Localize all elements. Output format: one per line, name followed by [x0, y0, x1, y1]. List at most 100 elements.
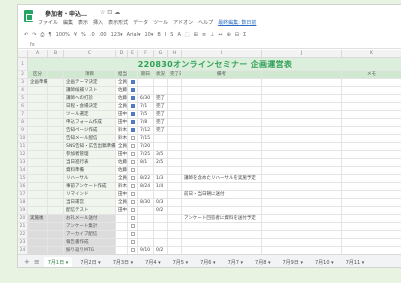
cell-k[interactable] [342, 247, 401, 254]
sheet-tab[interactable]: 7月9日 ▾ [279, 257, 307, 268]
cell-h[interactable] [168, 151, 182, 158]
menu-item[interactable]: 挿入 [93, 19, 103, 27]
cell-f[interactable]: 7/25 [138, 151, 154, 158]
cell-c[interactable]: アーカイブ配信 [64, 231, 116, 238]
toolbar-button[interactable]: ↷ [32, 32, 36, 38]
cell-c[interactable]: 講師候補リスト [64, 87, 116, 94]
cell-b[interactable] [48, 231, 64, 238]
cell-g[interactable] [154, 191, 168, 198]
cell-c[interactable]: 当日運営 [64, 199, 116, 206]
checkbox[interactable] [130, 160, 135, 164]
cell-k[interactable] [342, 231, 401, 238]
checkbox[interactable] [130, 168, 135, 172]
cell-j[interactable] [262, 231, 342, 238]
menu-item[interactable]: アドオン [173, 19, 193, 27]
cell-g[interactable]: 完了 [154, 127, 168, 134]
cell-c[interactable]: 企画テーマ決定 [64, 79, 116, 86]
toolbar-button[interactable]: ⬚ [185, 32, 190, 38]
row-number[interactable]: 18 [18, 199, 28, 206]
cell-g[interactable] [154, 87, 168, 94]
cell-a[interactable]: 企画準備 [28, 79, 48, 86]
cell-h[interactable] [168, 175, 182, 182]
cell-b[interactable] [48, 175, 64, 182]
cell-a[interactable] [28, 199, 48, 206]
cell-d[interactable]: 全員 [116, 79, 128, 86]
toolbar-button[interactable]: ↶ [24, 32, 28, 38]
cell-f[interactable] [138, 239, 154, 246]
cell-b[interactable] [48, 167, 64, 174]
cell-j[interactable] [262, 207, 342, 214]
toolbar-button[interactable]: .0 [90, 32, 95, 38]
menu-item[interactable]: 表示形式 [108, 19, 128, 27]
cell-a[interactable] [28, 207, 48, 214]
cell-g[interactable]: 2/5 [154, 159, 168, 166]
row-number[interactable]: 19 [18, 207, 28, 214]
cell-g[interactable] [154, 231, 168, 238]
cell-a[interactable]: 実施後 [28, 215, 48, 222]
cell-j[interactable] [262, 103, 342, 110]
cell-e[interactable] [128, 207, 138, 214]
cell-i[interactable] [182, 231, 262, 238]
cell-c[interactable]: 資料準備 [64, 167, 116, 174]
cell-a[interactable] [28, 143, 48, 150]
cell-e[interactable] [128, 79, 138, 86]
cell-g[interactable] [154, 79, 168, 86]
checkbox[interactable] [130, 120, 135, 124]
cell-j[interactable] [262, 247, 342, 254]
checkbox[interactable] [130, 208, 135, 212]
checkbox[interactable] [130, 176, 135, 180]
cell-d[interactable]: 佐藤 [116, 95, 128, 102]
cell-d[interactable] [116, 239, 128, 246]
cell-e[interactable] [128, 127, 138, 134]
cell-b[interactable] [48, 247, 64, 254]
toolbar-button[interactable]: 100% [56, 32, 70, 38]
cell-h[interactable] [168, 127, 182, 134]
row-number[interactable]: 24 [18, 247, 28, 254]
cell-g[interactable]: 0/3 [154, 199, 168, 206]
cell-h[interactable] [168, 111, 182, 118]
cell-f[interactable]: 8/1 [138, 159, 154, 166]
sheet-tab[interactable]: 7月10 ▾ [311, 257, 338, 268]
cell-d[interactable]: 田中 [116, 111, 128, 118]
cell-b[interactable] [48, 183, 64, 190]
checkbox[interactable] [130, 96, 135, 100]
toolbar-button[interactable]: % [81, 32, 86, 38]
column-header[interactable]: H [168, 50, 182, 57]
cell-c[interactable]: 振り返りMTG [64, 247, 116, 254]
sheet-tab[interactable]: 7月6 ▾ [196, 257, 219, 268]
cell-b[interactable] [48, 103, 64, 110]
cell-k[interactable] [342, 223, 401, 230]
cell-a[interactable] [28, 239, 48, 246]
menu-item[interactable]: ツール [153, 19, 168, 27]
cell-e[interactable] [128, 247, 138, 254]
cell-f[interactable]: 7/1 [138, 103, 154, 110]
row-number[interactable]: 7 [18, 111, 28, 118]
cell-e[interactable] [128, 135, 138, 142]
cell-f[interactable]: 8/30 [138, 199, 154, 206]
checkbox[interactable] [130, 88, 135, 92]
row-number[interactable]: 13 [18, 159, 28, 166]
cell-f[interactable] [138, 231, 154, 238]
toolbar-button[interactable]: ⊞ [194, 32, 198, 38]
cell-k[interactable] [342, 103, 401, 110]
toolbar-button[interactable]: A [177, 32, 180, 38]
cell-g[interactable] [154, 223, 168, 230]
toolbar-button[interactable]: ≡ [202, 32, 206, 38]
cell-k[interactable] [342, 127, 401, 134]
toolbar-button[interactable]: 10▾ [144, 32, 153, 38]
cell-a[interactable] [28, 159, 48, 166]
cell-f[interactable]: 7/15 [138, 135, 154, 142]
row-number[interactable]: 16 [18, 183, 28, 190]
cell-a[interactable] [28, 247, 48, 254]
row-number[interactable]: 12 [18, 151, 28, 158]
cell-h[interactable] [168, 143, 182, 150]
cell-d[interactable]: 鈴木 [116, 135, 128, 142]
cell-f[interactable] [138, 191, 154, 198]
cell-i[interactable]: 講師を含めたリハーサルを実施予定 [182, 175, 262, 182]
checkbox[interactable] [130, 200, 135, 204]
cell-b[interactable] [48, 215, 64, 222]
cell-h[interactable] [168, 199, 182, 206]
cell-c[interactable]: ツール選定 [64, 111, 116, 118]
row-number[interactable]: 3 [18, 79, 28, 86]
row-number[interactable]: 20 [18, 215, 28, 222]
